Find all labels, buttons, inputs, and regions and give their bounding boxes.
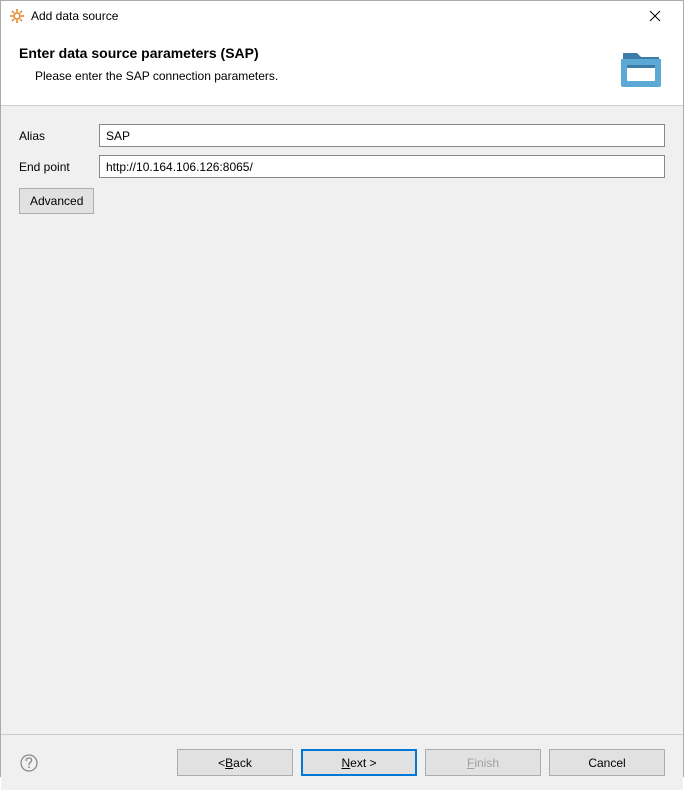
app-icon xyxy=(9,8,25,24)
header-text: Enter data source parameters (SAP) Pleas… xyxy=(19,45,607,83)
page-title: Enter data source parameters (SAP) xyxy=(19,45,607,61)
back-button[interactable]: < Back xyxy=(177,749,293,776)
advanced-button[interactable]: Advanced xyxy=(19,188,94,214)
wizard-header: Enter data source parameters (SAP) Pleas… xyxy=(1,31,683,106)
alias-input[interactable] xyxy=(99,124,665,147)
endpoint-label: End point xyxy=(19,160,99,174)
cancel-button[interactable]: Cancel xyxy=(549,749,665,776)
alias-row: Alias xyxy=(19,124,665,147)
content-area: Alias End point Advanced xyxy=(1,106,683,734)
titlebar: Add data source xyxy=(1,1,683,31)
window-title: Add data source xyxy=(31,9,635,23)
alias-label: Alias xyxy=(19,129,99,143)
page-subtitle: Please enter the SAP connection paramete… xyxy=(35,69,607,83)
help-icon[interactable] xyxy=(19,753,39,773)
endpoint-row: End point xyxy=(19,155,665,178)
next-button[interactable]: Next > xyxy=(301,749,417,776)
data-source-icon xyxy=(617,45,665,89)
finish-button[interactable]: Finish xyxy=(425,749,541,776)
close-button[interactable] xyxy=(635,2,675,30)
endpoint-input[interactable] xyxy=(99,155,665,178)
wizard-footer: < Back Next > Finish Cancel xyxy=(1,734,683,790)
